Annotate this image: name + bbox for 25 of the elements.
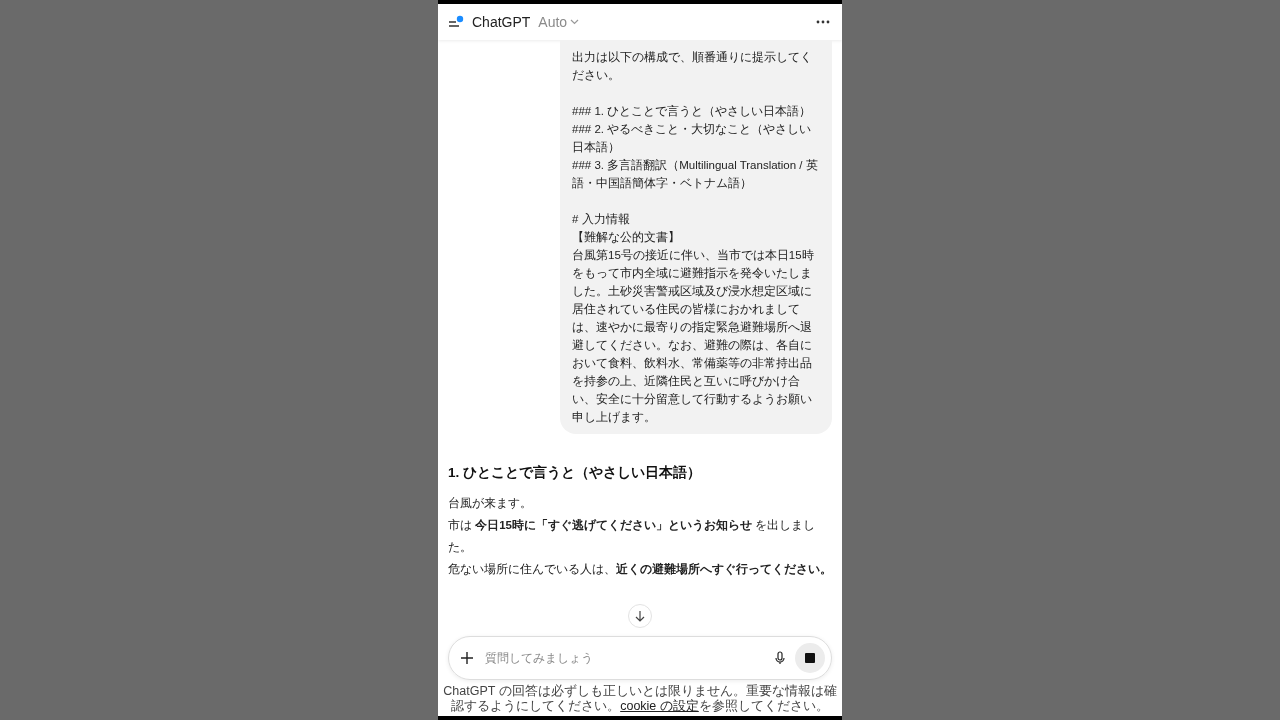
arrow-down-icon (635, 610, 645, 622)
answer-text: 台風が来ます。 (448, 496, 533, 511)
app-title: ChatGPT (472, 14, 531, 30)
chevron-down-icon (570, 19, 580, 25)
scroll-down-button[interactable] (628, 604, 652, 628)
cookie-settings-link[interactable]: cookie の設定 (620, 699, 699, 713)
message-text: 出力は以下の構成で、順番通りに提示してください。 (572, 50, 813, 83)
disclaimer-text: ChatGPT の回答は必ずしも正しいとは限りません。重要な情報は確認するようにしてください。cookie の設定を参照してください。 (442, 683, 838, 715)
message-text: ### 1. ひとことで言うと（やさしい日本語） (572, 104, 813, 119)
answer-heading: 1. ひとことで言うと（やさしい日本語） (448, 464, 702, 482)
answer-text: 危ない場所に住んでいる人は、近くの避難場所へすぐ行ってください。 (448, 562, 832, 578)
stop-icon (805, 653, 815, 663)
message-text: ### 3. 多言語翻訳（Multilingual Translation / 英語・中国語簡体字・ベトナム語） (572, 158, 819, 191)
stop-button[interactable] (795, 643, 825, 673)
model-selector[interactable]: Auto (538, 14, 580, 30)
plus-icon[interactable] (461, 652, 473, 664)
message-text: 【難解な公的文書】 (572, 230, 681, 246)
message-text: # 入力情報 (572, 212, 631, 227)
sidebar-icon[interactable] (448, 15, 464, 29)
message-input[interactable]: 質問してみましょう (483, 650, 765, 666)
more-options-icon[interactable] (814, 18, 832, 26)
message-text: 台風第15号の接近に伴い、当市では本日15時をもって市内全域に避難指示を発令いたしました。土砂災害警戒区域及び浸水想定区域に居住されている住民の皆様におかれましては、速やかに最寄りの指定緊急避難場所へ退避してください。なお、避難の際は、各自において食料、飲料水、常備薬等の非常持出品を持参の上、近隣住民と互いに呼びかけ合い、安全に十分留意して行動するようお願い申し上げます。 (572, 248, 815, 425)
answer-text: 市は 今日15時に「すぐ逃げてください」というお知らせ を出しました。 (448, 518, 817, 555)
message-text: ### 2. やるべきこと・大切なこと（やさしい日本語） (572, 122, 813, 155)
microphone-icon[interactable] (775, 651, 785, 665)
